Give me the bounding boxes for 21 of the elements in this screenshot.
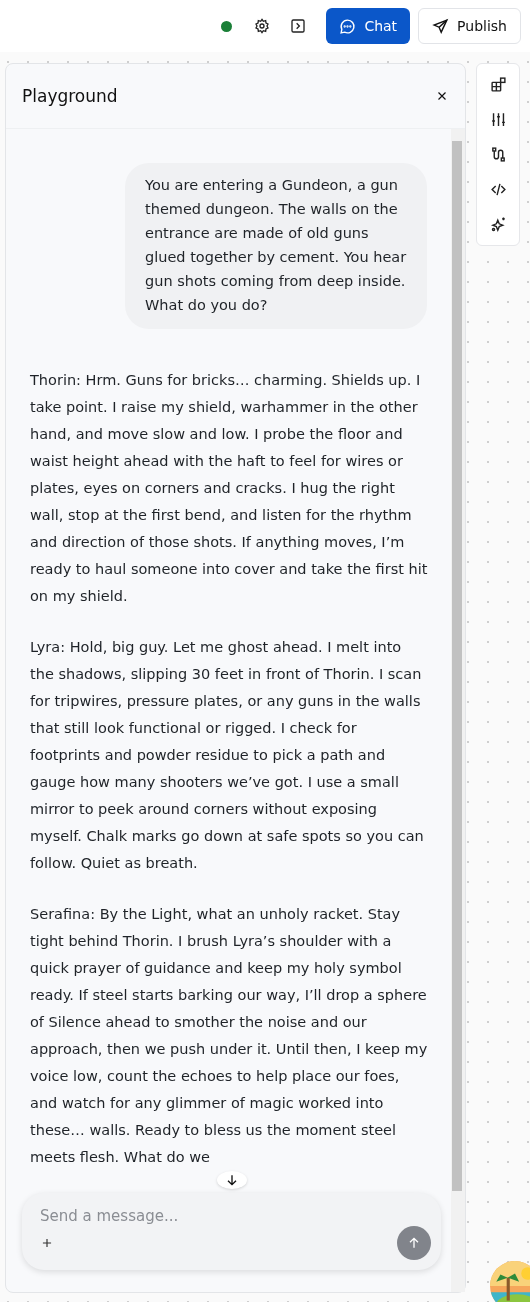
settings-icon[interactable]: [254, 18, 271, 34]
assistant-message: Lyra: Hold, big guy. Let me ghost ahead. I melt into the shadows, slipping 30 feet in front of Thorin. I scan for tripwires, pressure plates, or any guns in the walls that still look functional or rigged. I check for footprints and powder residue to pick a path and gauge how many shooters we’ve got. I use a small mirror to peek around corners without exposing myself. Chalk marks go down at safe spots so you can follow. Quiet as breath.: [30, 638, 425, 873]
components-icon[interactable]: [489, 76, 507, 93]
chat-bubble-icon: [339, 17, 357, 35]
code-icon[interactable]: [489, 181, 507, 198]
sparkles-icon[interactable]: [489, 216, 507, 233]
send-button[interactable]: [397, 1226, 431, 1260]
route-icon[interactable]: [489, 146, 507, 163]
assistant-message: Thorin: Hrm. Guns for bricks… charming. Shields up. I take point. I raise my shield, warhammer in the other hand, and move slow and low. I probe the floor and waist height ahead with the haft to feel for wires or plates, eyes on corners and cracks. I hug the right wall, stop at the first bend, and listen for the rhythm and direction of those shots. If anything moves, I’m ready to haul someone into cover and take the first hit on my shield.: [30, 371, 429, 606]
add-icon[interactable]: [40, 1236, 54, 1250]
sliders-icon[interactable]: [489, 111, 507, 128]
publish-button[interactable]: Publish: [418, 8, 521, 44]
scroll-down-button[interactable]: [216, 1171, 247, 1189]
scrollbar[interactable]: [451, 129, 465, 1292]
assistant-message: Serafina: By the Light, what an unholy racket. Stay tight behind Thorin. I brush Lyra’s shoulder with a quick prayer of guidance and keep my holy symbol ready. If steel starts barking our way, I’ll drop a sphere of Silence ahead to smother the noise and our approach, then we push under it. Until then, I keep my voice low, count the echoes to help place our foes, and watch for any glimmer of magic worked into these… walls. Ready to bless us the moment steel meets flesh. What do we: [30, 905, 429, 1167]
paper-plane-icon: [432, 17, 450, 35]
message-input[interactable]: Send a message...: [40, 1207, 431, 1225]
terminal-icon[interactable]: [290, 18, 307, 34]
panel-title: Playground: [22, 86, 118, 106]
chat-button[interactable]: Chat: [326, 8, 411, 44]
user-message: You are entering a Gundeon, a gun themed dungeon. The walls on the entrance are made of old guns glued together by cement. You hear gun shots coming from deep inside. What do you do?: [125, 163, 427, 329]
